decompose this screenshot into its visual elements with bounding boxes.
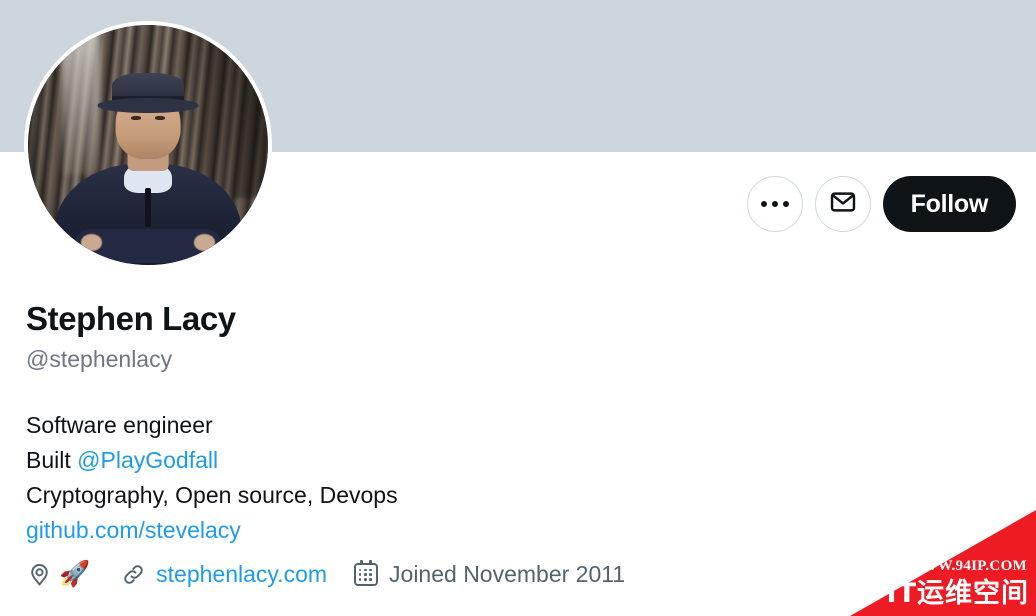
site-watermark: WWW.94IP.COM IT运维空间: [850, 510, 1036, 616]
avatar-bark-highlight: [61, 25, 100, 174]
website-link[interactable]: stephenlacy.com: [156, 561, 327, 588]
profile-bio: Software engineer Built @PlayGodfall Cry…: [26, 408, 398, 548]
watermark-url: WWW.94IP.COM: [906, 558, 1027, 574]
display-name: Stephen Lacy: [26, 300, 236, 337]
link-icon: [120, 562, 146, 588]
watermark-brand: IT运维空间: [886, 578, 1029, 609]
more-options-button[interactable]: [746, 176, 803, 232]
user-handle: @stephenlacy: [26, 346, 173, 372]
avatar-photo: [28, 25, 268, 265]
envelope-icon: [829, 188, 857, 221]
profile-actions: Follow: [746, 176, 1016, 232]
meta-website: stephenlacy.com: [120, 561, 327, 588]
bio-line-2-prefix: Built: [26, 447, 78, 473]
bio-line-3: Cryptography, Open source, Devops: [26, 482, 398, 508]
profile-page: Follow Stephen Lacy @stephenlacy Softwar…: [0, 0, 1036, 616]
more-options-icon: [760, 201, 789, 207]
bio-line-4: github.com/stevelacy: [26, 513, 398, 548]
avatar[interactable]: [24, 21, 272, 269]
bio-github-link[interactable]: github.com/stevelacy: [26, 517, 241, 543]
bio-line-2: Built @PlayGodfall: [26, 443, 398, 478]
profile-identity: Stephen Lacy @stephenlacy: [26, 298, 236, 374]
bio-mention-link[interactable]: @PlayGodfall: [77, 447, 218, 473]
profile-meta: 🚀 stephenlacy.com Joined November 2011: [26, 560, 626, 588]
joined-date: Joined November 2011: [389, 561, 626, 587]
calendar-icon: [353, 560, 379, 588]
avatar-ring: [28, 25, 268, 265]
location-pin-icon: [26, 562, 52, 588]
meta-joined: Joined November 2011: [353, 560, 626, 588]
message-button[interactable]: [814, 176, 871, 232]
meta-location: 🚀: [26, 562, 90, 588]
avatar-person-hand-left: [80, 233, 103, 251]
avatar-person-eye-left: [131, 116, 141, 121]
avatar-person-hand-right: [193, 233, 216, 251]
watermark-triangle: [850, 510, 1036, 616]
bio-line-1: Software engineer: [26, 412, 213, 438]
follow-button[interactable]: Follow: [882, 176, 1016, 232]
avatar-person-eye-right: [155, 116, 165, 121]
avatar-person-zipper: [145, 188, 151, 227]
location-value: 🚀: [59, 560, 91, 588]
